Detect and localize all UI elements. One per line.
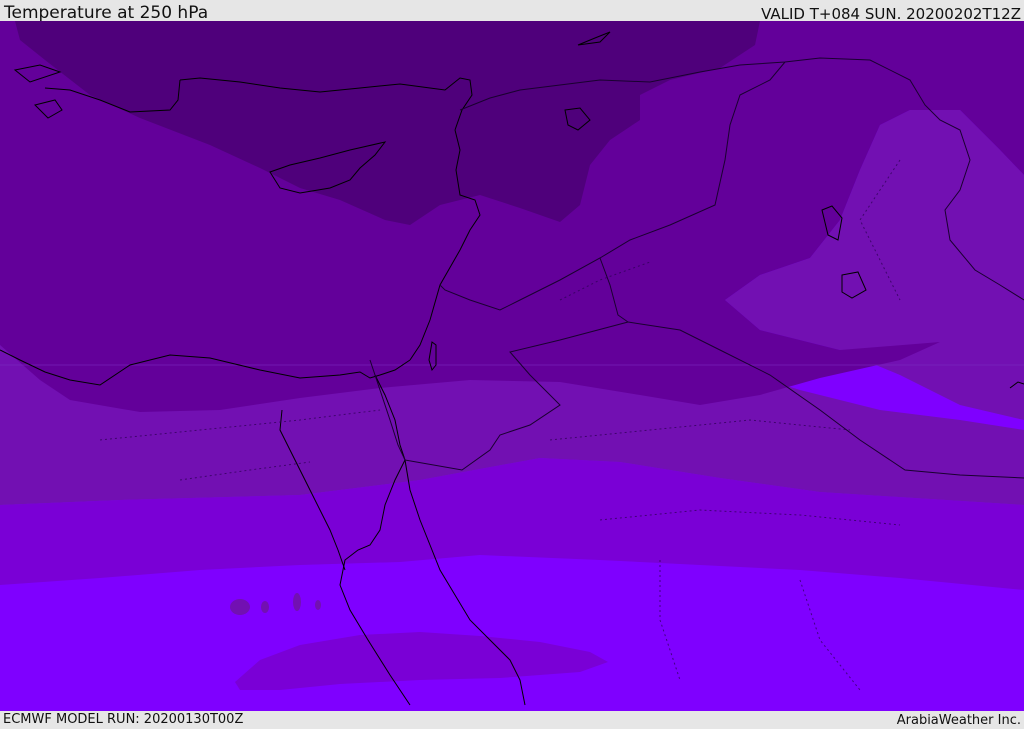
model-run-label: ECMWF MODEL RUN: 20200130T00Z bbox=[3, 712, 244, 727]
temperature-map bbox=[0, 21, 1024, 711]
map-title: Temperature at 250 hPa bbox=[4, 3, 209, 23]
header-bar: Temperature at 250 hPa VALID T+084 SUN. … bbox=[0, 0, 1024, 23]
footer-bar: ECMWF MODEL RUN: 20200130T00Z ArabiaWeat… bbox=[0, 711, 1024, 729]
map-canvas bbox=[0, 21, 1024, 711]
credit-label: ArabiaWeather Inc. bbox=[896, 713, 1021, 728]
weather-map-page: Temperature at 250 hPa VALID T+084 SUN. … bbox=[0, 0, 1024, 729]
